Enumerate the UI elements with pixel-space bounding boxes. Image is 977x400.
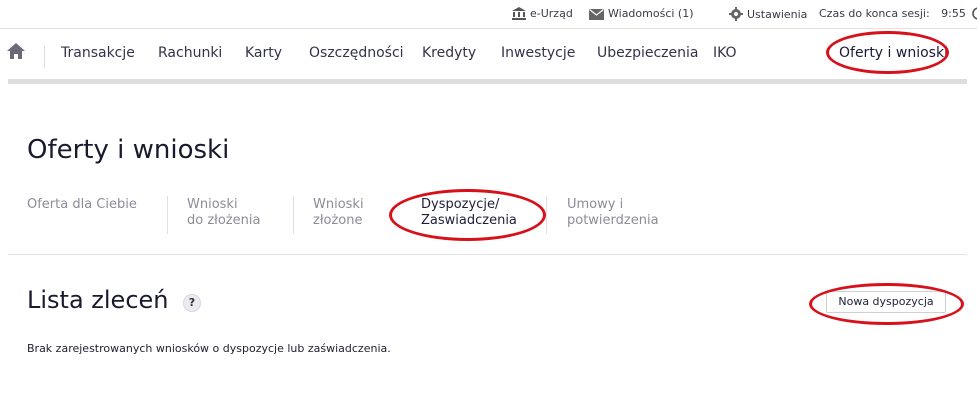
nav-item-iko[interactable]: IKO [713, 45, 737, 61]
nav-item-oszczednosci[interactable]: Oszczędności [309, 45, 404, 61]
session-label: Czas do konca sesji: [819, 7, 930, 20]
subtab-label: Umowy i [567, 197, 624, 212]
nav-item-ubezpieczenia[interactable]: Ubezpieczenia [597, 45, 699, 61]
subtab-umowy-i-potwierdzenia[interactable]: Umowy i potwierdzenia [567, 197, 659, 229]
new-order-button[interactable]: Nowa dyspozycja [826, 291, 946, 313]
session-time: 9:55 [941, 7, 966, 20]
nav-item-inwestycje[interactable]: Inwestycje [501, 45, 575, 61]
nav-item-karty[interactable]: Karty [245, 45, 282, 61]
page-title: Oferty i wnioski [27, 135, 230, 165]
gear-icon [729, 7, 743, 21]
nav-item-transakcje[interactable]: Transakcje [61, 45, 135, 61]
subtab-label: Oferta dla Ciebie [27, 197, 137, 212]
empty-list-message: Brak zarejestrowanych wniosków o dyspozy… [27, 342, 391, 355]
subtab-label: do złożenia [187, 213, 261, 228]
session-timer: Czas do konca sesji: 9:55 [819, 7, 977, 20]
subtab-label: Dyspozycje/ [421, 197, 500, 212]
messages-label: Wiadomości (1) [608, 7, 694, 20]
settings-link[interactable]: Ustawienia [729, 7, 807, 21]
home-icon [7, 43, 25, 59]
bank-icon [512, 7, 526, 20]
subtab-separator [546, 196, 547, 234]
subtab-separator [167, 196, 168, 234]
nav-item-rachunki[interactable]: Rachunki [158, 45, 222, 61]
nav-item-oferty-i-wnioski[interactable]: Oferty i wnioski [839, 45, 948, 61]
main-nav: Transakcje Rachunki Karty Oszczędności K… [0, 29, 977, 79]
settings-label: Ustawienia [747, 8, 808, 21]
subtab-label: Wnioski [187, 197, 238, 212]
e-urzad-label: e-Urząd [530, 7, 573, 20]
messages-link[interactable]: Wiadomości (1) [589, 7, 694, 20]
subtab-separator [293, 196, 294, 234]
section-divider [8, 254, 967, 255]
e-urzad-link[interactable]: e-Urząd [512, 7, 573, 20]
help-icon[interactable]: ? [183, 294, 201, 312]
subtab-label: Zaswiadczenia [421, 213, 517, 228]
subtab-label: potwierdzenia [567, 213, 659, 228]
subtab-wnioski-zlozone[interactable]: Wnioski złożone [313, 197, 364, 229]
nav-item-kredyty[interactable]: Kredyty [422, 45, 476, 61]
home-button[interactable] [6, 42, 26, 64]
nav-underbar [8, 79, 967, 84]
clock-icon [972, 7, 977, 20]
utility-bar: e-Urząd Wiadomości (1) Ustawienia Czas d… [0, 0, 977, 29]
subtab-label: złożone [313, 213, 363, 228]
subtab-oferta-dla-ciebie[interactable]: Oferta dla Ciebie [27, 197, 137, 213]
subtab-label: Wnioski [313, 197, 364, 212]
subtab-wnioski-do-zlozenia[interactable]: Wnioski do złożenia [187, 197, 260, 229]
envelope-icon [589, 9, 604, 20]
nav-separator [44, 46, 45, 68]
subtab-dyspozycje-zaswiadczenia[interactable]: Dyspozycje/ Zaswiadczenia [421, 197, 517, 229]
list-title: Lista zleceń [27, 286, 169, 314]
